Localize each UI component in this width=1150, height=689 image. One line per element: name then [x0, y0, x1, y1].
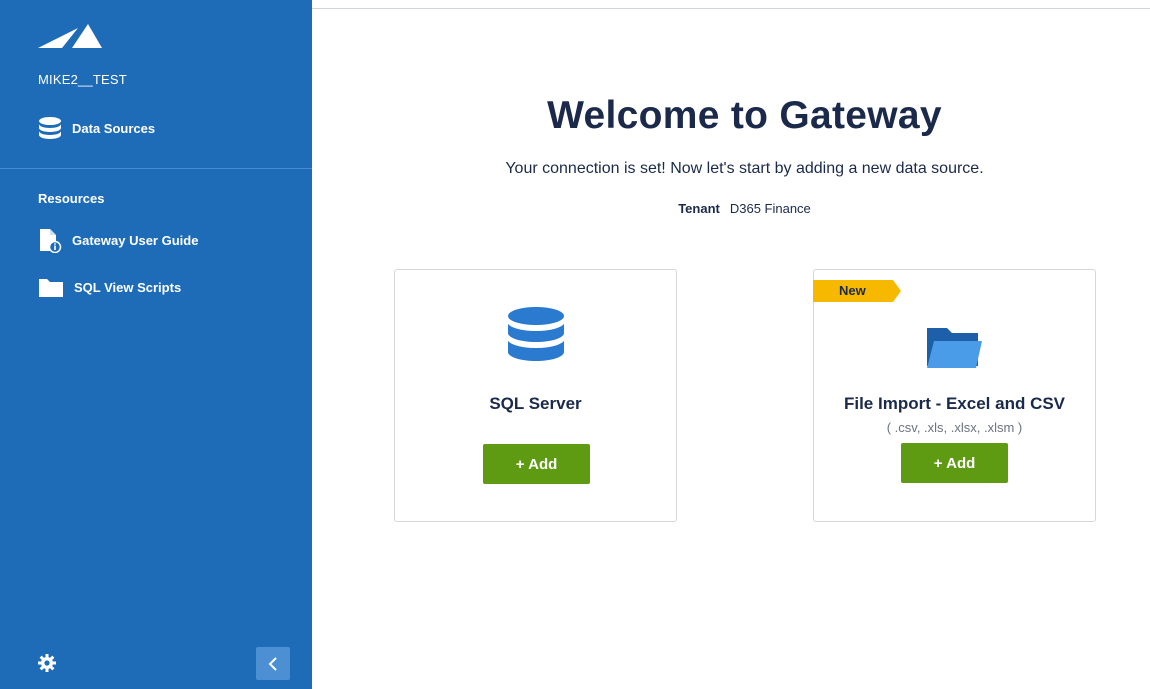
folder-icon [39, 279, 63, 297]
folder-icon [927, 328, 982, 368]
collapse-sidebar-button[interactable] [256, 647, 290, 680]
supported-formats: ( .csv, .xls, .xlsx, .xlsm ) [886, 420, 1023, 435]
document-info-icon [40, 229, 62, 253]
card-title: SQL Server [489, 394, 582, 413]
sidebar-item-label: SQL View Scripts [74, 279, 182, 295]
sidebar-item-user-guide[interactable]: Gateway User Guide [38, 227, 198, 253]
sidebar-item-sql-view-scripts[interactable]: SQL View Scripts [38, 276, 181, 298]
database-icon [507, 307, 565, 361]
tenant-name: MIKE2__TEST [38, 72, 127, 87]
card-title: File Import - Excel and CSV [843, 394, 1066, 413]
tenant-value: D365 Finance [729, 201, 811, 216]
chevron-left-icon [268, 656, 277, 671]
gear-icon[interactable] [37, 653, 57, 673]
tenant-label: Tenant [678, 201, 720, 216]
divider [0, 168, 312, 169]
sidebar-item-label: Data Sources [72, 120, 156, 136]
page-title: Welcome to Gateway [547, 94, 942, 137]
gateway-logo[interactable] [38, 24, 102, 50]
new-badge: New [813, 280, 901, 302]
database-icon [39, 117, 61, 139]
file-import-card: New File Import - Excel and CSV ( .csv, … [813, 269, 1096, 522]
sidebar-item-label: Gateway User Guide [72, 232, 199, 248]
page-subtitle: Your connection is set! Now let's start … [505, 160, 984, 177]
resources-heading: Resources [38, 191, 105, 206]
add-file-import-button[interactable]: + Add [901, 443, 1008, 483]
top-border [312, 8, 1150, 9]
add-sql-server-button[interactable]: + Add [483, 444, 590, 484]
sidebar: MIKE2__TEST Data Sources Resources Gatew… [0, 0, 312, 689]
sidebar-item-data-sources[interactable]: Data Sources [38, 116, 155, 140]
tenant-info: Tenant D365 Finance [312, 201, 1150, 216]
sql-server-card: SQL Server + Add [394, 269, 677, 522]
